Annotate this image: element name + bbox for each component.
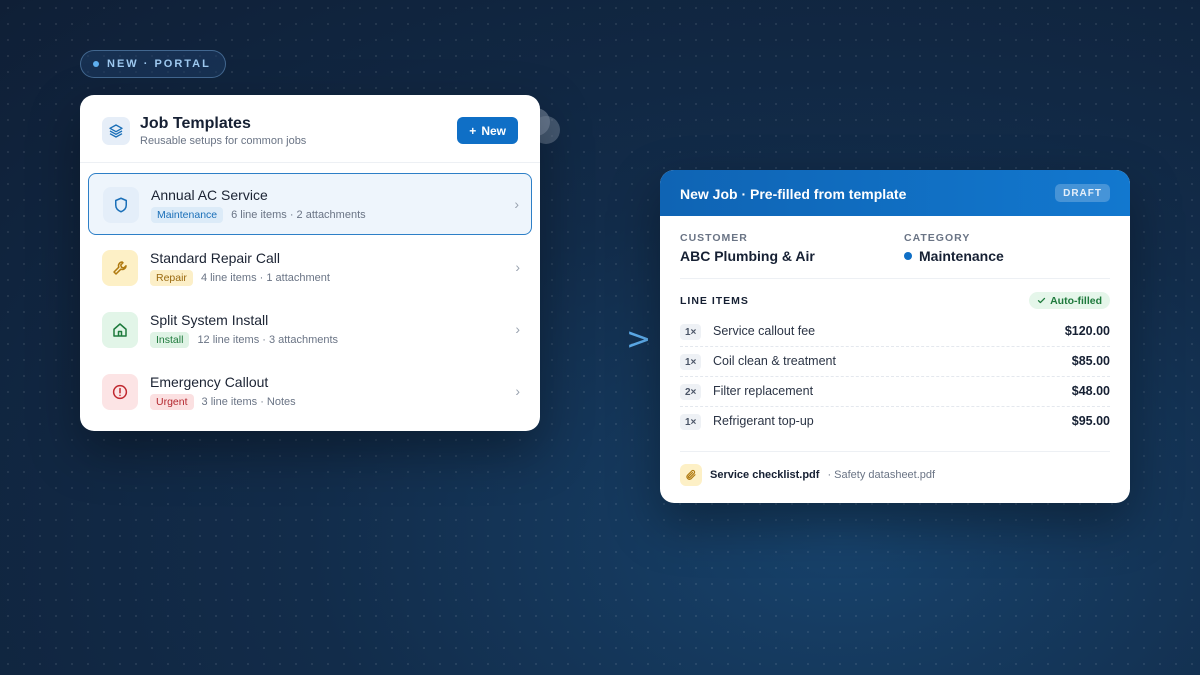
chevron-right-icon: › [514, 196, 519, 212]
template-tag: Urgent [150, 394, 194, 410]
new-button-label: New [481, 123, 506, 138]
line-desc: Filter replacement [713, 384, 814, 398]
shield-icon [103, 187, 139, 223]
line-items-label: LINE ITEMS [680, 295, 749, 307]
templates-title: Job Templates [140, 115, 251, 132]
auto-filled-label: Auto-filled [1050, 294, 1102, 307]
job-card-title: New Job · Pre-filled from template [680, 186, 907, 202]
job-templates-card: Job Templates Reusable setups for common… [80, 95, 540, 431]
line-desc: Refrigerant top-up [713, 414, 814, 428]
paperclip-icon [680, 464, 702, 486]
template-row-annual-ac-service[interactable]: Annual AC Service Maintenance 6 line ite… [88, 173, 532, 235]
chevron-right-icon: › [515, 321, 520, 337]
template-name: Standard Repair Call [150, 250, 280, 266]
plus-icon: + [469, 123, 477, 138]
home-icon [102, 312, 138, 348]
alert-icon [102, 374, 138, 410]
template-tag: Maintenance [151, 207, 224, 223]
template-tag: Install [150, 332, 190, 348]
line-item: 1× Service callout fee $120.00 [680, 317, 1110, 347]
template-row-split-system-install[interactable]: Split System Install Install 12 line ite… [88, 299, 532, 361]
category-dot-icon [904, 252, 912, 260]
job-card-header: New Job · Pre-filled from template DRAFT [660, 170, 1130, 216]
template-name: Split System Install [150, 312, 269, 328]
wrench-icon [102, 250, 138, 286]
check-icon [1037, 297, 1046, 304]
draft-badge: DRAFT [1055, 184, 1110, 202]
category-text: Maintenance [919, 248, 1004, 264]
customer-label: CUSTOMER [680, 232, 748, 244]
category-label: CATEGORY [904, 232, 971, 244]
header-divider [80, 162, 540, 163]
line-price: $120.00 [1064, 324, 1110, 338]
attachments-row[interactable]: Service checklist.pdf · Safety datasheet… [680, 464, 935, 486]
template-name: Annual AC Service [151, 187, 268, 203]
line-price: $48.00 [1071, 384, 1110, 398]
line-desc: Coil clean & treatment [713, 354, 836, 368]
template-row-standard-repair-call[interactable]: Standard Repair Call Repair 4 line items… [88, 237, 532, 299]
template-meta: 4 line items · 1 attachment [200, 272, 330, 284]
chevron-right-icon: › [515, 259, 520, 275]
line-qty: 2× [680, 384, 702, 400]
section-divider [680, 278, 1110, 279]
pill-label: NEW · PORTAL [107, 58, 211, 70]
layers-icon [102, 117, 130, 145]
attachment-primary: Service checklist.pdf [710, 469, 820, 481]
customer-value: ABC Plumbing & Air [680, 248, 815, 264]
attachment-secondary: · Safety datasheet.pdf [827, 469, 936, 481]
template-meta: 3 line items · Notes [201, 396, 296, 408]
template-meta: 6 line items · 2 attachments [231, 209, 366, 221]
templates-subtitle: Reusable setups for common jobs [140, 135, 307, 147]
line-price: $95.00 [1071, 414, 1110, 428]
category-value: Maintenance [904, 248, 1004, 264]
chevron-right-icon: › [515, 383, 520, 399]
line-item: 2× Filter replacement $48.00 [680, 377, 1110, 407]
pill-dot-icon [93, 61, 99, 67]
line-item: 1× Coil clean & treatment $85.00 [680, 347, 1110, 377]
template-name: Emergency Callout [150, 374, 269, 390]
templates-header: Job Templates Reusable setups for common… [102, 115, 518, 157]
line-qty: 1× [680, 354, 702, 370]
new-job-card: New Job · Pre-filled from template DRAFT… [660, 170, 1130, 503]
template-tag: Repair [150, 270, 193, 286]
section-divider [680, 451, 1110, 452]
new-portal-pill: NEW · PORTAL [80, 50, 226, 78]
line-qty: 1× [680, 414, 702, 430]
template-meta: 12 line items · 3 attachments [197, 334, 339, 346]
arrow-right-icon: > [626, 322, 652, 357]
auto-filled-badge: Auto-filled [1029, 292, 1110, 309]
new-template-button[interactable]: + New [457, 117, 518, 144]
line-desc: Service callout fee [713, 324, 816, 338]
line-qty: 1× [680, 324, 702, 340]
template-row-emergency-callout[interactable]: Emergency Callout Urgent 3 line items · … [88, 361, 532, 423]
line-price: $85.00 [1071, 354, 1110, 368]
line-item: 1× Refrigerant top-up $95.00 [680, 407, 1110, 437]
